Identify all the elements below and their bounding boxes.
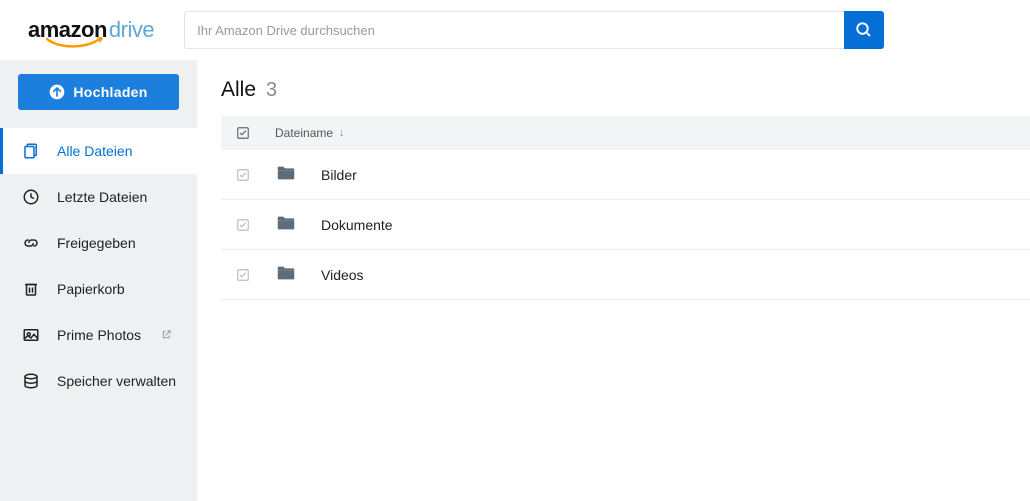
search-icon [855,21,873,39]
sidebar-item-label: Letzte Dateien [57,189,147,205]
search-button[interactable] [844,11,884,49]
folder-icon [275,262,297,287]
storage-icon [21,372,41,390]
select-all-checkbox[interactable] [235,125,251,141]
sidebar-item-label: Papierkorb [57,281,125,297]
sidebar-item-trash[interactable]: Papierkorb [0,266,197,312]
file-row[interactable]: Bilder [221,150,1030,200]
sidebar-item-shared[interactable]: Freigegeben [0,220,197,266]
sort-arrow-down-icon: ↓ [339,127,345,139]
search-input[interactable] [184,11,844,49]
sidebar-item-label: Speicher verwalten [57,373,176,389]
row-name: Dokumente [321,217,393,233]
sidebar-nav: Alle Dateien Letzte Dateien Freigegeben … [0,128,197,404]
sidebar: Hochladen Alle Dateien Letzte Dateien Fr… [0,60,197,501]
external-link-icon [161,327,172,343]
column-name-label: Dateiname [275,126,333,140]
page-item-count: 3 [266,79,277,102]
sidebar-item-label: Prime Photos [57,327,141,343]
upload-button[interactable]: Hochladen [18,74,179,110]
page-title-text: Alle [221,78,256,102]
header: amazon drive [0,0,1030,60]
logo-drive-text: drive [109,17,154,43]
row-name: Videos [321,267,364,283]
upload-icon [49,84,65,100]
clock-icon [21,188,41,206]
checkbox-icon [236,126,250,140]
column-header-name[interactable]: Dateiname ↓ [275,126,345,140]
photo-icon [21,326,41,344]
file-row[interactable]: Dokumente [221,200,1030,250]
folder-icon [275,212,297,237]
row-checkbox[interactable] [235,167,251,183]
amazon-smile-icon [46,37,104,49]
checkbox-icon [236,218,250,232]
row-name: Bilder [321,167,357,183]
sidebar-item-recent[interactable]: Letzte Dateien [0,174,197,220]
checkbox-icon [236,168,250,182]
logo[interactable]: amazon drive [28,17,154,43]
list-header: Dateiname ↓ [221,116,1030,150]
search-bar [184,11,884,49]
upload-label: Hochladen [73,84,147,100]
files-icon [21,142,41,160]
sidebar-item-storage[interactable]: Speicher verwalten [0,358,197,404]
sidebar-item-label: Alle Dateien [57,143,133,159]
sidebar-item-prime-photos[interactable]: Prime Photos [0,312,197,358]
row-checkbox[interactable] [235,267,251,283]
link-icon [21,234,41,252]
row-checkbox[interactable] [235,217,251,233]
folder-icon [275,162,297,187]
trash-icon [21,280,41,298]
file-row[interactable]: Videos [221,250,1030,300]
sidebar-item-label: Freigegeben [57,235,136,251]
checkbox-icon [236,268,250,282]
page-title: Alle 3 [221,78,1030,102]
main-content: Alle 3 Dateiname ↓ Bilder [197,60,1030,501]
sidebar-item-all-files[interactable]: Alle Dateien [0,128,197,174]
